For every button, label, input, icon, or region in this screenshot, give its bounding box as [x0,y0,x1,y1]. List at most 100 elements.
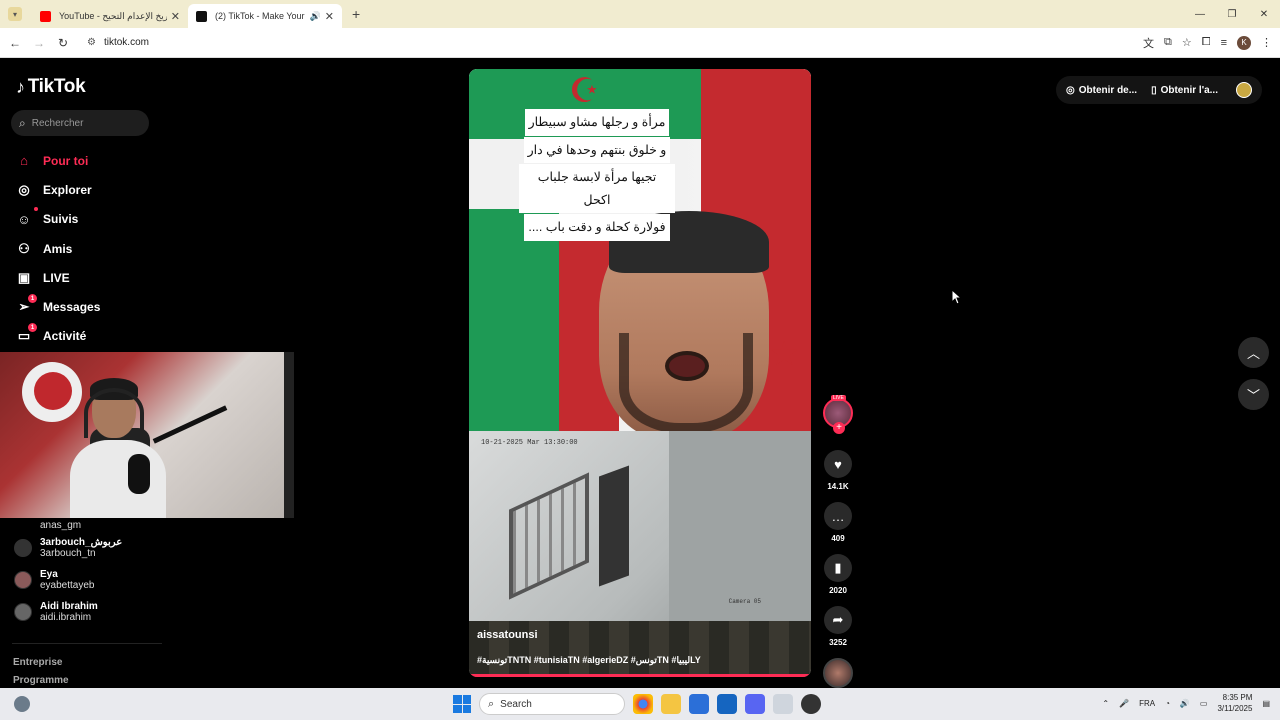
close-icon[interactable]: ✕ [325,10,334,23]
language-indicator[interactable]: FRA [1139,699,1155,708]
share-action[interactable]: ➦ 3252 [823,606,853,650]
music-disc[interactable] [823,658,853,688]
avatar [14,571,32,589]
follow-button[interactable]: + [833,422,845,434]
chrome-icon[interactable] [633,694,653,714]
sidebar-item-amis[interactable]: ⚇ Amis [15,234,165,263]
get-app-button[interactable]: ▯ Obtenir l'a... [1151,85,1218,96]
reload-button[interactable]: ↻ [51,36,75,50]
video-hashtags[interactable]: #تونسيةTNTN #tunisiaTN #algerieDZ #تونسT… [477,655,701,666]
home-icon: ⌂ [20,153,28,169]
chevron-up-icon[interactable]: ⌃ [1102,699,1109,708]
close-icon[interactable]: ✕ [171,10,180,23]
chrome-active-icon[interactable] [773,694,793,714]
search-input[interactable]: ⌕ Rechercher [11,110,149,136]
video-actions: LIVE + ♥ 14.1K … 409 ▮ 2020 ➦ 3252 [823,395,853,688]
caption-line: تجيها مرأة لابسة جلباب اكحل [519,164,675,213]
new-tab-button[interactable]: + [352,6,360,22]
wifi-icon[interactable]: ◔ [1165,699,1170,708]
get-app-label: Obtenir l'a... [1160,84,1218,96]
get-coins-button[interactable]: ◎ Obtenir de... [1066,85,1137,96]
bookmark-icon[interactable]: ▮ [824,554,852,582]
list-item[interactable]: 3arbouch_عربوش 3arbouch_tn [14,532,164,564]
extensions-icon[interactable]: ⧠ [1202,36,1211,49]
user-avatar[interactable] [1236,82,1252,98]
bookmark-star-icon[interactable]: ☆ [1182,36,1192,49]
heart-icon[interactable]: ♥ [824,450,852,478]
menu-icon[interactable]: ⋮ [1261,36,1272,49]
chevron-down-icon: ﹀ [1246,388,1260,403]
video-frame-top: ☪ ★ مرأة و رجلها مشاو سبيطار و خلوق بنته… [469,69,811,439]
sidebar-item-pour-toi[interactable]: ⌂ Pour toi [15,146,165,175]
close-window-button[interactable]: ✕ [1248,9,1280,20]
phone-icon: ▯ [1151,84,1157,96]
microphone-icon[interactable]: 🎤 [1119,699,1129,708]
list-item[interactable]: Eya eyabettayeb [14,564,164,596]
media-icon[interactable]: ≡ [1221,37,1227,49]
tiktok-logo[interactable]: ♪ TikTok [16,76,86,98]
widgets-icon[interactable] [14,696,30,712]
comment-icon[interactable]: … [824,502,852,530]
discord-icon[interactable] [745,694,765,714]
save-action[interactable]: ▮ 2020 [823,554,853,598]
store-icon[interactable] [689,694,709,714]
cctv-timestamp: 10-21-2025 Mar 13:30:00 [481,439,578,447]
back-button[interactable]: ← [3,36,27,50]
list-item[interactable]: anas_gm [14,520,164,532]
comment-count: 409 [831,534,845,543]
comment-action[interactable]: … 409 [823,502,853,546]
share-icon[interactable]: ➦ [824,606,852,634]
mic-arm-image [152,405,228,444]
sidebar-item-label: Pour toi [43,153,89,168]
clock[interactable]: 8:35 PM 3/11/2025 [1217,692,1252,714]
account-handle: eyabettayeb [40,580,95,591]
footer-link-entreprise[interactable]: Entreprise [13,654,69,672]
windows-start-icon[interactable] [453,695,471,713]
speaker-icon[interactable]: 🔊 [310,11,321,22]
tiktok-icon [196,10,207,22]
site-info-icon[interactable]: ⚙ [87,37,96,48]
video-username[interactable]: aissatounsi [477,629,538,641]
video-player[interactable]: ☪ ★ مرأة و رجلها مشاو سبيطار و خلوق بنته… [469,69,811,677]
list-item[interactable]: Aidi Ibrahim aidi.ibrahim [14,596,164,628]
install-icon[interactable]: ⧉ [1164,36,1172,49]
minimize-button[interactable]: — [1184,9,1216,20]
video-progress-bar[interactable] [469,674,811,677]
taskbar-search-input[interactable]: ⌕ Search [479,693,625,715]
battery-icon[interactable]: ▭ [1200,699,1208,708]
forward-button[interactable]: → [27,36,51,50]
tab-tiktok[interactable]: (2) TikTok - Make Your Day 🔊 ✕ [188,4,342,28]
file-explorer-icon[interactable] [661,694,681,714]
obs-icon[interactable] [801,694,821,714]
sidebar-item-label: Messages [43,300,101,315]
next-video-button[interactable]: ﹀ [1238,379,1269,410]
tab-search-button[interactable]: ▾ [8,7,22,21]
notifications-icon[interactable]: ▤ [1262,699,1270,708]
url-field[interactable]: ⚙ tiktok.com [81,32,1081,54]
account-name: Aidi Ibrahim [40,601,98,612]
like-action[interactable]: ♥ 14.1K [823,450,853,494]
door-image [599,465,629,587]
translate-icon[interactable]: 文 [1143,35,1154,51]
outlook-icon[interactable] [717,694,737,714]
taskbar-search-label: Search [500,698,532,710]
sidebar-item-live[interactable]: ▣ LIVE [15,263,165,292]
cctv-footage: 10-21-2025 Mar 13:30:00 Camera 05 [469,431,811,621]
caption-line: مرأة و رجلها مشاو سبيطار [524,109,670,136]
sidebar-item-suivis[interactable]: ☺ Suivis [15,205,165,234]
sidebar-item-explorer[interactable]: ◎ Explorer [15,175,165,204]
volume-icon[interactable]: 🔊 [1180,699,1190,708]
tab-youtube[interactable]: YouTube - تاريخ الإعدام التحيح ✕ [32,4,188,28]
previous-video-button[interactable]: ︿ [1238,337,1269,368]
sidebar-item-activite[interactable]: ▭ 1 Activité [15,322,165,351]
profile-avatar[interactable]: K [1237,35,1251,50]
maximize-button[interactable]: ❐ [1216,9,1248,20]
live-badge: LIVE [831,395,846,401]
sidebar-item-messages[interactable]: ➢ 1 Messages [15,292,165,321]
creator-avatar[interactable]: LIVE + [823,395,853,434]
account-handle: 3arbouch_tn [40,548,96,559]
system-tray: ⌃ 🎤 FRA ◔ 🔊 ▭ 8:35 PM 3/11/2025 ▤ [1102,692,1270,714]
sidebar-item-label: Explorer [43,182,92,197]
youtube-icon [40,10,51,22]
browser-tab-bar: ▾ YouTube - تاريخ الإعدام التحيح ✕ (2) T… [0,0,1280,28]
